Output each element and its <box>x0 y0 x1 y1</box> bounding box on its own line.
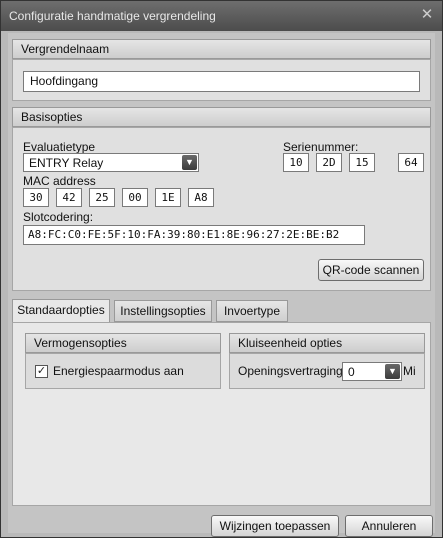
serial-byte-4[interactable]: 64 <box>398 153 424 172</box>
evaluation-type-label: Evaluatietype <box>23 140 96 154</box>
serial-label: Serienummer: <box>283 140 359 154</box>
window-title: Configuratie handmatige vergrendeling <box>9 9 216 23</box>
locker-options-header: Kluiseenheid opties <box>229 333 425 353</box>
cancel-button[interactable]: Annuleren <box>345 515 433 537</box>
serial-byte-1[interactable]: 10 <box>283 153 309 172</box>
chevron-down-icon[interactable]: ▼ <box>182 155 197 170</box>
opening-delay-value: 0 <box>348 365 355 379</box>
power-options-panel: ✓ Energiespaarmodus aan <box>25 353 221 389</box>
tab-settings-options[interactable]: Instellingsopties <box>114 300 212 322</box>
energy-saving-checkbox[interactable]: ✓ <box>35 365 48 378</box>
tab-content: Vermogensopties ✓ Energiespaarmodus aan … <box>12 322 431 506</box>
serial-byte-2[interactable]: 2D <box>316 153 342 172</box>
dialog-body: Vergrendelnaam Hoofdingang Basisopties E… <box>8 33 435 537</box>
lock-name-header: Vergrendelnaam <box>12 39 431 59</box>
mac-byte-6[interactable]: A8 <box>188 188 214 207</box>
power-options-header: Vermogensopties <box>25 333 221 353</box>
chevron-down-icon[interactable]: ▼ <box>385 364 400 379</box>
close-icon[interactable]: ✕ <box>418 6 436 24</box>
lock-code-input[interactable]: A8:FC:C0:FE:5F:10:FA:39:80:E1:8E:96:27:2… <box>23 225 365 245</box>
basic-options-header: Basisopties <box>12 107 431 127</box>
basic-options-panel: Evaluatietype ENTRY Relay ▼ Serienummer:… <box>12 127 431 291</box>
evaluation-type-value: ENTRY Relay <box>29 156 104 170</box>
locker-options-panel: Openingsvertraging 0 ▼ Mi <box>229 353 425 389</box>
mac-label: MAC address <box>23 174 96 188</box>
mac-byte-5[interactable]: 1E <box>155 188 181 207</box>
mac-byte-2[interactable]: 42 <box>56 188 82 207</box>
lock-name-panel: Hoofdingang <box>12 59 431 101</box>
opening-delay-unit: Mi <box>403 364 416 378</box>
lock-code-label: Slotcodering: <box>23 210 94 224</box>
config-dialog: Configuratie handmatige vergrendeling ✕ … <box>0 0 443 538</box>
scan-qr-button[interactable]: QR-code scannen <box>318 259 424 281</box>
tab-standard-options[interactable]: Standaardopties <box>12 299 110 323</box>
lock-name-input[interactable]: Hoofdingang <box>23 71 420 92</box>
title-bar: Configuratie handmatige vergrendeling ✕ <box>1 1 442 31</box>
opening-delay-label: Openingsvertraging <box>238 364 343 378</box>
tab-input-type[interactable]: Invoertype <box>216 300 288 322</box>
serial-byte-3[interactable]: 15 <box>349 153 375 172</box>
mac-byte-4[interactable]: 00 <box>122 188 148 207</box>
energy-saving-label: Energiespaarmodus aan <box>53 364 184 378</box>
mac-byte-1[interactable]: 30 <box>23 188 49 207</box>
apply-changes-button[interactable]: Wijzingen toepassen <box>211 515 339 537</box>
mac-byte-3[interactable]: 25 <box>89 188 115 207</box>
opening-delay-select[interactable]: 0 ▼ <box>342 362 402 381</box>
evaluation-type-select[interactable]: ENTRY Relay ▼ <box>23 153 199 172</box>
